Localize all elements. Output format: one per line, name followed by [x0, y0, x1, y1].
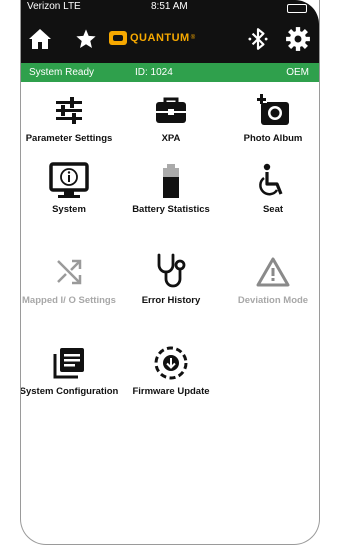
star-icon — [76, 29, 96, 48]
download-circle-icon — [154, 346, 188, 380]
menu-label: Firmware Update — [132, 386, 210, 397]
briefcase-icon — [156, 97, 186, 123]
menu-system[interactable]: System — [21, 161, 119, 215]
menu-mapped-io-settings[interactable]: Mapped I/ O Settings — [21, 252, 119, 306]
settings-button[interactable] — [283, 24, 313, 54]
sliders-icon — [56, 97, 82, 124]
document-list-icon — [53, 348, 84, 379]
status-info-bar: System Ready ID: 1024 OEM — [21, 63, 319, 82]
menu-label: System Configuration — [20, 386, 119, 397]
menu-label: System — [52, 204, 86, 215]
menu-battery-statistics[interactable]: Battery Statistics — [121, 161, 221, 215]
gear-icon — [286, 27, 310, 51]
clock: 8:51 AM — [151, 1, 188, 12]
battery-status-icon — [287, 4, 307, 13]
battery-icon — [163, 164, 179, 198]
bluetooth-icon — [248, 28, 268, 50]
device-frame: Verizon LTE 8:51 AM QUANTUM ® System Rea… — [20, 0, 320, 545]
logo-registered-mark: ® — [190, 35, 196, 41]
menu-label: Photo Album — [243, 133, 303, 144]
stethoscope-icon — [157, 253, 186, 288]
menu-deviation-mode[interactable]: Deviation Mode — [223, 252, 319, 306]
carrier-label: Verizon LTE — [27, 1, 81, 12]
logo-text: QUANTUM — [130, 32, 190, 44]
device-id: ID: 1024 — [135, 67, 173, 78]
menu-firmware-update[interactable]: Firmware Update — [121, 343, 221, 397]
menu-label: Mapped I/ O Settings — [22, 295, 116, 306]
warning-icon — [256, 257, 290, 287]
status-bar: Verizon LTE 8:51 AM — [21, 0, 319, 16]
menu-system-configuration[interactable]: System Configuration — [20, 343, 119, 397]
menu-label: Seat — [262, 204, 284, 215]
info-monitor-icon — [49, 162, 89, 198]
favorites-button[interactable] — [71, 24, 101, 54]
shuffle-icon — [57, 259, 82, 285]
quantum-logo: QUANTUM ® — [109, 31, 195, 45]
menu-label: Battery Statistics — [132, 204, 210, 215]
toolbar: QUANTUM ® — [21, 16, 319, 63]
menu-error-history[interactable]: Error History — [121, 252, 221, 306]
home-button[interactable] — [25, 24, 55, 54]
add-photo-icon — [255, 94, 289, 125]
menu-photo-album[interactable]: Photo Album — [223, 90, 319, 144]
menu-parameter-settings[interactable]: Parameter Settings — [21, 90, 119, 144]
menu-label: Parameter Settings — [25, 133, 113, 144]
menu-label: XPA — [161, 133, 181, 144]
mode-label: OEM — [286, 67, 309, 78]
bluetooth-button[interactable] — [243, 24, 273, 54]
menu-seat[interactable]: Seat — [223, 161, 319, 215]
wheelchair-icon — [259, 163, 283, 196]
app-header: Verizon LTE 8:51 AM QUANTUM ® — [21, 0, 319, 63]
menu-label: Deviation Mode — [237, 295, 309, 306]
menu-label: Error History — [141, 295, 201, 306]
menu-xpa[interactable]: XPA — [121, 90, 221, 144]
system-status: System Ready — [29, 67, 95, 78]
logo-badge — [109, 31, 127, 45]
home-icon — [29, 29, 51, 49]
